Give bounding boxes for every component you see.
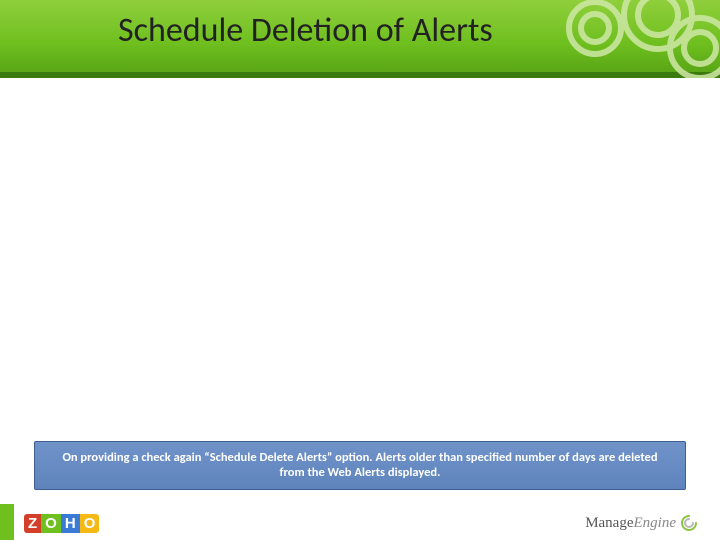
description-callout: On providing a check again “Schedule Del…: [34, 441, 686, 490]
manageengine-logo: ManageEngine: [585, 514, 698, 532]
zoho-o1: O: [41, 514, 61, 533]
manageengine-manage: Manage: [585, 515, 633, 531]
footer: Z O H O ManageEngine: [0, 504, 720, 540]
zoho-z: Z: [24, 514, 41, 533]
swirl-icon: [680, 514, 698, 532]
manageengine-engine: Engine: [634, 515, 677, 531]
content-area: On providing a check again “Schedule Del…: [0, 78, 720, 504]
zoho-logo: Z O H O: [24, 514, 99, 533]
slide: Schedule Deletion of Alerts On providing…: [0, 0, 720, 540]
zoho-h: H: [61, 514, 80, 533]
header-decoration: [540, 0, 720, 78]
zoho-o2: O: [80, 514, 100, 533]
slide-title: Schedule Deletion of Alerts: [118, 10, 493, 51]
manageengine-text: ManageEngine: [585, 514, 676, 532]
